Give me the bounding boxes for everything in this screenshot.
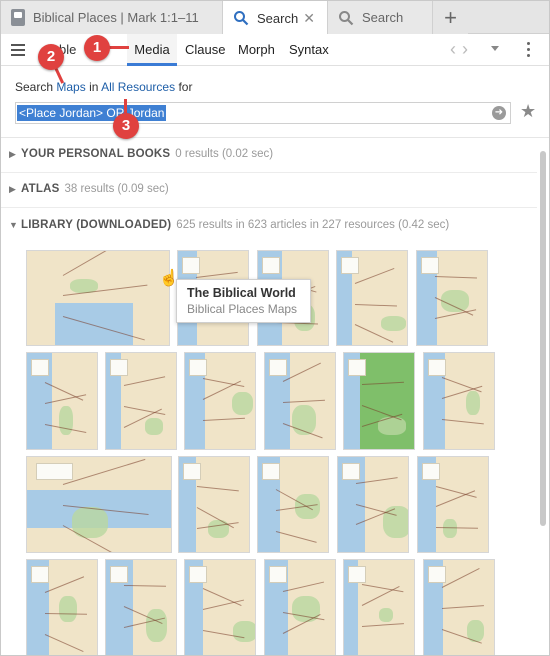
tooltip-title: The Biblical World xyxy=(187,286,296,300)
callout-3: 3 xyxy=(113,113,139,139)
callout-arrow xyxy=(124,99,127,113)
tooltip-subtitle: Biblical Places Maps xyxy=(187,302,298,316)
app-window: Biblical Places | Mark 1:1–11 Search ✕ S… xyxy=(0,0,550,656)
map-thumbnail[interactable] xyxy=(264,559,336,655)
map-thumbnail[interactable] xyxy=(26,250,170,346)
map-thumbnail[interactable] xyxy=(105,559,177,655)
map-thumbnail[interactable] xyxy=(343,352,415,450)
map-thumbnail[interactable] xyxy=(105,352,177,450)
map-thumbnail[interactable] xyxy=(178,456,250,553)
thumbnail-tooltip: The Biblical World Biblical Places Maps xyxy=(176,279,311,323)
map-thumbnail[interactable] xyxy=(423,352,495,450)
callout-arrow xyxy=(107,46,129,49)
map-thumbnail[interactable] xyxy=(264,352,336,450)
map-thumbnail[interactable] xyxy=(416,250,488,346)
callout-1: 1 xyxy=(84,35,110,61)
map-thumbnail[interactable] xyxy=(184,559,256,655)
map-thumbnail[interactable] xyxy=(26,559,98,655)
map-thumbnail-grid xyxy=(1,1,549,655)
map-thumbnail[interactable] xyxy=(26,456,172,553)
map-thumbnail[interactable] xyxy=(423,559,495,655)
map-thumbnail[interactable] xyxy=(257,456,329,553)
map-thumbnail[interactable] xyxy=(417,456,489,553)
map-thumbnail[interactable] xyxy=(336,250,408,346)
map-thumbnail[interactable] xyxy=(343,559,415,655)
map-thumbnail[interactable] xyxy=(184,352,256,450)
map-thumbnail[interactable] xyxy=(337,456,409,553)
callout-2: 2 xyxy=(38,44,64,70)
map-thumbnail[interactable] xyxy=(26,352,98,450)
